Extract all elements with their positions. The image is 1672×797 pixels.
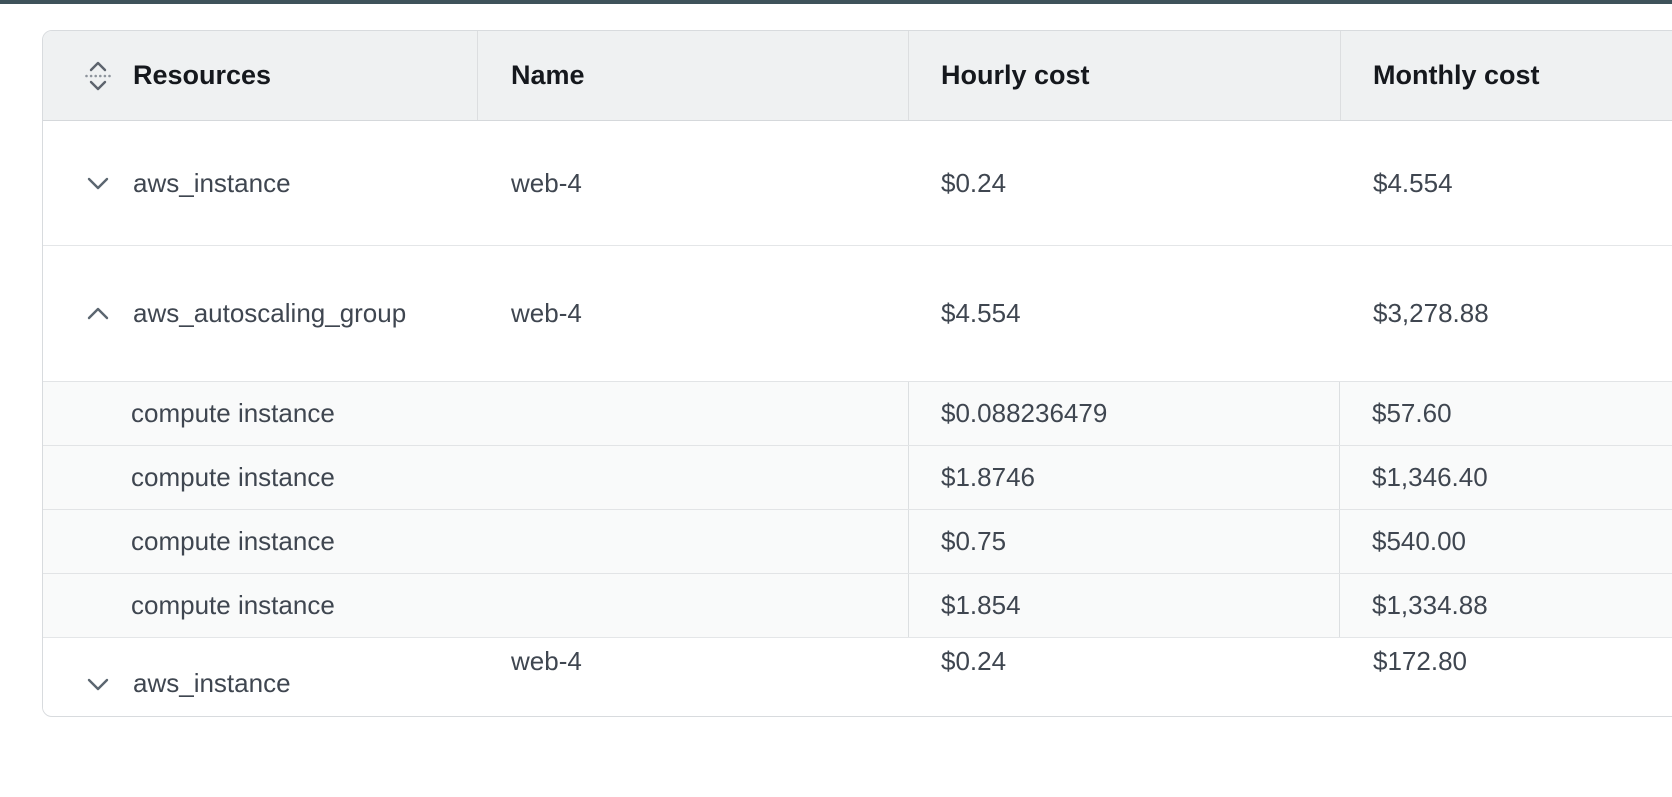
cost-component-label: compute instance xyxy=(43,574,478,637)
chevron-up-icon[interactable] xyxy=(85,306,111,322)
monthly-cost-value: $1,346.40 xyxy=(1339,446,1672,509)
resource-type-label[interactable]: aws_instance xyxy=(133,668,291,699)
header-label-monthly-cost: Monthly cost xyxy=(1373,60,1540,91)
hourly-cost-value: $0.088236479 xyxy=(908,382,1340,445)
hourly-cost-value: $0.24 xyxy=(909,638,1341,715)
monthly-cost-value: $172.80 xyxy=(1341,638,1672,715)
monthly-cost-value: $57.60 xyxy=(1339,382,1672,445)
chevron-down-icon[interactable] xyxy=(85,175,111,191)
hourly-cost-value: $1.8746 xyxy=(908,446,1340,509)
table-row: aws_autoscaling_group web-4 $4.554 $3,27… xyxy=(43,246,1672,381)
table-row: aws_instance web-4 $0.24 $4.554 xyxy=(43,121,1672,246)
cost-component-label: compute instance xyxy=(43,446,478,509)
hourly-cost-value: $1.854 xyxy=(908,574,1340,637)
cost-component-name xyxy=(478,574,909,637)
monthly-cost-value: $1,334.88 xyxy=(1339,574,1672,637)
cost-component-row: compute instance $0.088236479 $57.60 xyxy=(43,381,1672,445)
header-label-resources: Resources xyxy=(133,60,271,91)
monthly-cost-value: $3,278.88 xyxy=(1341,246,1672,381)
cost-component-name xyxy=(478,382,909,445)
cost-component-row: compute instance $1.8746 $1,346.40 xyxy=(43,445,1672,509)
column-header-name[interactable]: Name xyxy=(478,31,909,120)
cost-component-row: compute instance $1.854 $1,334.88 xyxy=(43,573,1672,637)
chevron-down-icon[interactable] xyxy=(85,676,111,692)
monthly-cost-value: $540.00 xyxy=(1339,510,1672,573)
column-header-resources[interactable]: Resources xyxy=(43,31,478,120)
top-accent-bar xyxy=(0,0,1672,4)
hourly-cost-value: $4.554 xyxy=(909,246,1341,381)
cost-component-row: compute instance $0.75 $540.00 xyxy=(43,509,1672,573)
cost-component-label: compute instance xyxy=(43,382,478,445)
table-row: aws_instance web-4 $0.24 $172.80 xyxy=(43,637,1672,715)
resource-type-label[interactable]: aws_autoscaling_group xyxy=(133,298,406,329)
cost-component-name xyxy=(478,446,909,509)
header-label-hourly-cost: Hourly cost xyxy=(941,60,1090,91)
resource-type-label[interactable]: aws_instance xyxy=(133,168,291,199)
hourly-cost-value: $0.24 xyxy=(909,121,1341,245)
cost-component-name xyxy=(478,510,909,573)
monthly-cost-value: $4.554 xyxy=(1341,121,1672,245)
hourly-cost-value: $0.75 xyxy=(908,510,1340,573)
cost-component-label: compute instance xyxy=(43,510,478,573)
cost-breakdown-table: Resources Name Hourly cost Monthly cost … xyxy=(42,30,1672,717)
resource-name: web-4 xyxy=(478,638,909,715)
resource-name: web-4 xyxy=(478,121,909,245)
column-header-monthly-cost[interactable]: Monthly cost xyxy=(1341,31,1672,120)
table-header-row: Resources Name Hourly cost Monthly cost xyxy=(43,31,1672,121)
header-label-name: Name xyxy=(511,60,585,91)
drag-sort-icon[interactable] xyxy=(85,59,111,93)
resource-name: web-4 xyxy=(478,246,909,381)
column-header-hourly-cost[interactable]: Hourly cost xyxy=(909,31,1341,120)
